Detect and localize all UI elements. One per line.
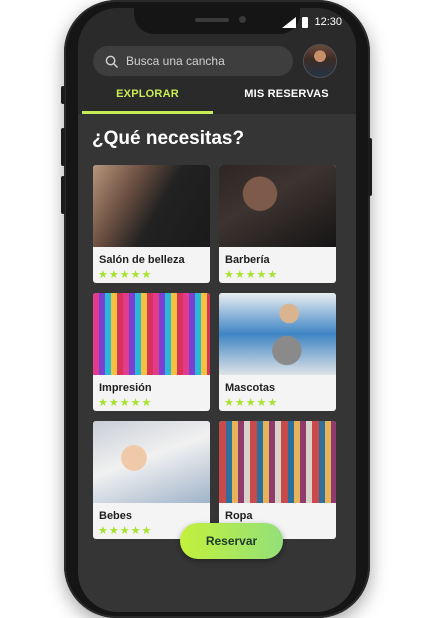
front-camera bbox=[239, 16, 246, 23]
battery-icon bbox=[302, 16, 309, 28]
rating-stars: ★★★★★ bbox=[98, 397, 153, 409]
category-image bbox=[93, 421, 210, 503]
power-button bbox=[368, 138, 372, 196]
rating-stars: ★★★★★ bbox=[98, 269, 153, 281]
top-bar: 12:30 Busca una cancha EXPLORAR MIS RESE… bbox=[78, 8, 356, 114]
tab-explorar[interactable]: EXPLORAR bbox=[78, 88, 217, 114]
category-image bbox=[219, 293, 336, 375]
category-name: Ropa bbox=[225, 510, 253, 522]
category-card-ropa[interactable]: Ropa ★★★★★ bbox=[219, 421, 336, 539]
volume-down-button bbox=[61, 176, 65, 214]
category-name: Bebes bbox=[99, 510, 133, 522]
status-time: 12:30 bbox=[314, 16, 342, 28]
category-image bbox=[219, 165, 336, 247]
category-card-salon[interactable]: Salón de belleza ★★★★★ bbox=[93, 165, 210, 283]
category-image bbox=[93, 165, 210, 247]
search-icon bbox=[105, 55, 118, 68]
reservar-button[interactable]: Reservar bbox=[180, 523, 283, 559]
tab-mis-reservas[interactable]: MIS RESERVAS bbox=[217, 88, 356, 114]
category-name: Salón de belleza bbox=[99, 254, 185, 266]
mute-switch bbox=[61, 86, 65, 104]
search-input[interactable]: Busca una cancha bbox=[93, 46, 293, 76]
phone-frame: 12:30 Busca una cancha EXPLORAR MIS RESE… bbox=[61, 0, 372, 618]
signal-icon bbox=[282, 16, 297, 28]
user-avatar[interactable] bbox=[304, 45, 336, 77]
category-image bbox=[219, 421, 336, 503]
category-card-impresion[interactable]: Impresión ★★★★★ bbox=[93, 293, 210, 411]
speaker bbox=[195, 18, 229, 22]
category-image bbox=[93, 293, 210, 375]
category-name: Mascotas bbox=[225, 382, 276, 394]
tab-bar: EXPLORAR MIS RESERVAS bbox=[78, 88, 356, 114]
status-bar: 12:30 bbox=[282, 16, 342, 28]
category-card-mascotas[interactable]: Mascotas ★★★★★ bbox=[219, 293, 336, 411]
category-name: Impresión bbox=[99, 382, 152, 394]
category-name: Barbería bbox=[225, 254, 270, 266]
search-placeholder: Busca una cancha bbox=[126, 54, 225, 68]
rating-stars: ★★★★★ bbox=[224, 269, 279, 281]
category-card-barberia[interactable]: Barbería ★★★★★ bbox=[219, 165, 336, 283]
category-card-bebes[interactable]: Bebes ★★★★★ bbox=[93, 421, 210, 539]
notch bbox=[134, 8, 300, 34]
volume-up-button bbox=[61, 128, 65, 166]
rating-stars: ★★★★★ bbox=[224, 397, 279, 409]
page-title: ¿Qué necesitas? bbox=[92, 128, 245, 149]
app-screen: 12:30 Busca una cancha EXPLORAR MIS RESE… bbox=[78, 8, 356, 612]
